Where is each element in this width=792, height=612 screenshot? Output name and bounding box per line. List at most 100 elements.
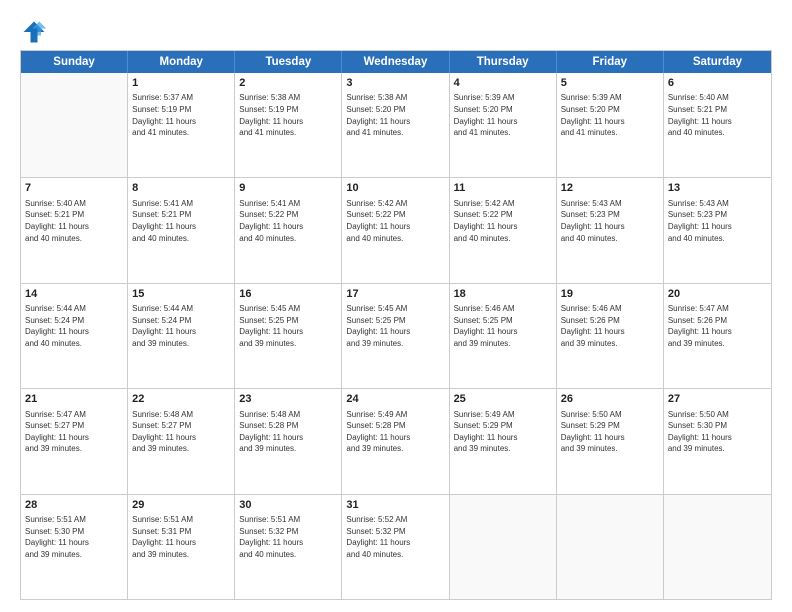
cell-info: Sunrise: 5:42 AM Sunset: 5:22 PM Dayligh… <box>346 198 444 244</box>
page: SundayMondayTuesdayWednesdayThursdayFrid… <box>0 0 792 612</box>
day-number: 10 <box>346 181 444 196</box>
calendar-cell: 16Sunrise: 5:45 AM Sunset: 5:25 PM Dayli… <box>235 284 342 388</box>
day-number: 19 <box>561 287 659 302</box>
calendar-cell: 1Sunrise: 5:37 AM Sunset: 5:19 PM Daylig… <box>128 73 235 177</box>
header-cell-saturday: Saturday <box>664 51 771 73</box>
cell-info: Sunrise: 5:48 AM Sunset: 5:28 PM Dayligh… <box>239 409 337 455</box>
calendar-row-1: 7 Sunrise: 5:40 AM Sunset: 5:21 PM Daylig… <box>21 178 771 283</box>
calendar-cell: 21 Sunrise: 5:47 AM Sunset: 5:27 PM Dayli… <box>21 389 128 493</box>
day-number: 29 <box>132 498 230 513</box>
cell-info: Sunrise: 5:51 AM Sunset: 5:31 PM Dayligh… <box>132 514 230 560</box>
calendar-cell: 13 Sunrise: 5:43 AM Sunset: 5:23 PM Dayli… <box>664 178 771 282</box>
header-cell-sunday: Sunday <box>21 51 128 73</box>
day-number: 22 <box>132 392 230 407</box>
header-cell-wednesday: Wednesday <box>342 51 449 73</box>
cell-info: Sunrise: 5:37 AM Sunset: 5:19 PM Dayligh… <box>132 92 230 138</box>
day-number: 13 <box>668 181 767 196</box>
calendar-cell: 9 Sunrise: 5:41 AM Sunset: 5:22 PM Daylig… <box>235 178 342 282</box>
calendar: SundayMondayTuesdayWednesdayThursdayFrid… <box>20 50 772 600</box>
day-number: 31 <box>346 498 444 513</box>
header-cell-monday: Monday <box>128 51 235 73</box>
calendar-cell: 12Sunrise: 5:43 AM Sunset: 5:23 PM Dayli… <box>557 178 664 282</box>
cell-info: Sunrise: 5:43 AM Sunset: 5:23 PM Dayligh… <box>668 198 767 244</box>
day-number: 8 <box>132 181 230 196</box>
cell-info: Sunrise: 5:47 AM Sunset: 5:26 PM Dayligh… <box>668 303 767 349</box>
day-number: 1 <box>132 76 230 91</box>
day-number: 6 <box>668 76 767 91</box>
calendar-cell: 19Sunrise: 5:46 AM Sunset: 5:26 PM Dayli… <box>557 284 664 388</box>
cell-info: Sunrise: 5:49 AM Sunset: 5:28 PM Dayligh… <box>346 409 444 455</box>
calendar-cell <box>21 73 128 177</box>
cell-info: Sunrise: 5:44 AM Sunset: 5:24 PM Dayligh… <box>132 303 230 349</box>
cell-info: Sunrise: 5:42 AM Sunset: 5:22 PM Dayligh… <box>454 198 552 244</box>
day-number: 21 <box>25 392 123 407</box>
cell-info: Sunrise: 5:39 AM Sunset: 5:20 PM Dayligh… <box>561 92 659 138</box>
cell-info: Sunrise: 5:45 AM Sunset: 5:25 PM Dayligh… <box>346 303 444 349</box>
day-number: 17 <box>346 287 444 302</box>
calendar-cell: 20Sunrise: 5:47 AM Sunset: 5:26 PM Dayli… <box>664 284 771 388</box>
calendar-body: 1Sunrise: 5:37 AM Sunset: 5:19 PM Daylig… <box>21 73 771 599</box>
calendar-cell: 5Sunrise: 5:39 AM Sunset: 5:20 PM Daylig… <box>557 73 664 177</box>
calendar-cell <box>450 495 557 599</box>
cell-info: Sunrise: 5:47 AM Sunset: 5:27 PM Dayligh… <box>25 409 123 455</box>
calendar-row-2: 14 Sunrise: 5:44 AM Sunset: 5:24 PM Dayli… <box>21 284 771 389</box>
day-number: 9 <box>239 181 337 196</box>
cell-info: Sunrise: 5:45 AM Sunset: 5:25 PM Dayligh… <box>239 303 337 349</box>
calendar-cell: 8 Sunrise: 5:41 AM Sunset: 5:21 PM Daylig… <box>128 178 235 282</box>
day-number: 20 <box>668 287 767 302</box>
calendar-cell: 18Sunrise: 5:46 AM Sunset: 5:25 PM Dayli… <box>450 284 557 388</box>
day-number: 3 <box>346 76 444 91</box>
calendar-cell: 11 Sunrise: 5:42 AM Sunset: 5:22 PM Dayli… <box>450 178 557 282</box>
calendar-cell: 31Sunrise: 5:52 AM Sunset: 5:32 PM Dayli… <box>342 495 449 599</box>
cell-info: Sunrise: 5:39 AM Sunset: 5:20 PM Dayligh… <box>454 92 552 138</box>
calendar-cell: 6Sunrise: 5:40 AM Sunset: 5:21 PM Daylig… <box>664 73 771 177</box>
calendar-cell: 25 Sunrise: 5:49 AM Sunset: 5:29 PM Dayli… <box>450 389 557 493</box>
day-number: 16 <box>239 287 337 302</box>
cell-info: Sunrise: 5:48 AM Sunset: 5:27 PM Dayligh… <box>132 409 230 455</box>
calendar-cell: 29Sunrise: 5:51 AM Sunset: 5:31 PM Dayli… <box>128 495 235 599</box>
calendar-cell: 17Sunrise: 5:45 AM Sunset: 5:25 PM Dayli… <box>342 284 449 388</box>
cell-info: Sunrise: 5:46 AM Sunset: 5:26 PM Dayligh… <box>561 303 659 349</box>
calendar-cell: 10 Sunrise: 5:42 AM Sunset: 5:22 PM Dayli… <box>342 178 449 282</box>
calendar-cell: 27Sunrise: 5:50 AM Sunset: 5:30 PM Dayli… <box>664 389 771 493</box>
cell-info: Sunrise: 5:49 AM Sunset: 5:29 PM Dayligh… <box>454 409 552 455</box>
calendar-cell: 28Sunrise: 5:51 AM Sunset: 5:30 PM Dayli… <box>21 495 128 599</box>
header-cell-tuesday: Tuesday <box>235 51 342 73</box>
cell-info: Sunrise: 5:41 AM Sunset: 5:21 PM Dayligh… <box>132 198 230 244</box>
day-number: 11 <box>454 181 552 196</box>
cell-info: Sunrise: 5:46 AM Sunset: 5:25 PM Dayligh… <box>454 303 552 349</box>
day-number: 7 <box>25 181 123 196</box>
calendar-row-0: 1Sunrise: 5:37 AM Sunset: 5:19 PM Daylig… <box>21 73 771 178</box>
cell-info: Sunrise: 5:51 AM Sunset: 5:30 PM Dayligh… <box>25 514 123 560</box>
calendar-cell <box>664 495 771 599</box>
cell-info: Sunrise: 5:41 AM Sunset: 5:22 PM Dayligh… <box>239 198 337 244</box>
day-number: 18 <box>454 287 552 302</box>
calendar-cell <box>557 495 664 599</box>
calendar-header: SundayMondayTuesdayWednesdayThursdayFrid… <box>21 51 771 73</box>
header-cell-thursday: Thursday <box>450 51 557 73</box>
day-number: 15 <box>132 287 230 302</box>
logo-icon <box>20 18 48 46</box>
day-number: 14 <box>25 287 123 302</box>
day-number: 26 <box>561 392 659 407</box>
calendar-cell: 24Sunrise: 5:49 AM Sunset: 5:28 PM Dayli… <box>342 389 449 493</box>
calendar-cell: 7 Sunrise: 5:40 AM Sunset: 5:21 PM Daylig… <box>21 178 128 282</box>
day-number: 25 <box>454 392 552 407</box>
calendar-cell: 3Sunrise: 5:38 AM Sunset: 5:20 PM Daylig… <box>342 73 449 177</box>
cell-info: Sunrise: 5:40 AM Sunset: 5:21 PM Dayligh… <box>668 92 767 138</box>
cell-info: Sunrise: 5:38 AM Sunset: 5:20 PM Dayligh… <box>346 92 444 138</box>
calendar-cell: 22 Sunrise: 5:48 AM Sunset: 5:27 PM Dayli… <box>128 389 235 493</box>
day-number: 30 <box>239 498 337 513</box>
cell-info: Sunrise: 5:50 AM Sunset: 5:29 PM Dayligh… <box>561 409 659 455</box>
calendar-cell: 30Sunrise: 5:51 AM Sunset: 5:32 PM Dayli… <box>235 495 342 599</box>
calendar-row-3: 21 Sunrise: 5:47 AM Sunset: 5:27 PM Dayli… <box>21 389 771 494</box>
page-header <box>20 18 772 46</box>
calendar-cell: 4Sunrise: 5:39 AM Sunset: 5:20 PM Daylig… <box>450 73 557 177</box>
calendar-cell: 14Sunrise: 5:44 AM Sunset: 5:24 PM Dayli… <box>21 284 128 388</box>
calendar-cell: 2Sunrise: 5:38 AM Sunset: 5:19 PM Daylig… <box>235 73 342 177</box>
cell-info: Sunrise: 5:51 AM Sunset: 5:32 PM Dayligh… <box>239 514 337 560</box>
cell-info: Sunrise: 5:52 AM Sunset: 5:32 PM Dayligh… <box>346 514 444 560</box>
calendar-row-4: 28Sunrise: 5:51 AM Sunset: 5:30 PM Dayli… <box>21 495 771 599</box>
cell-info: Sunrise: 5:40 AM Sunset: 5:21 PM Dayligh… <box>25 198 123 244</box>
logo <box>20 18 52 46</box>
